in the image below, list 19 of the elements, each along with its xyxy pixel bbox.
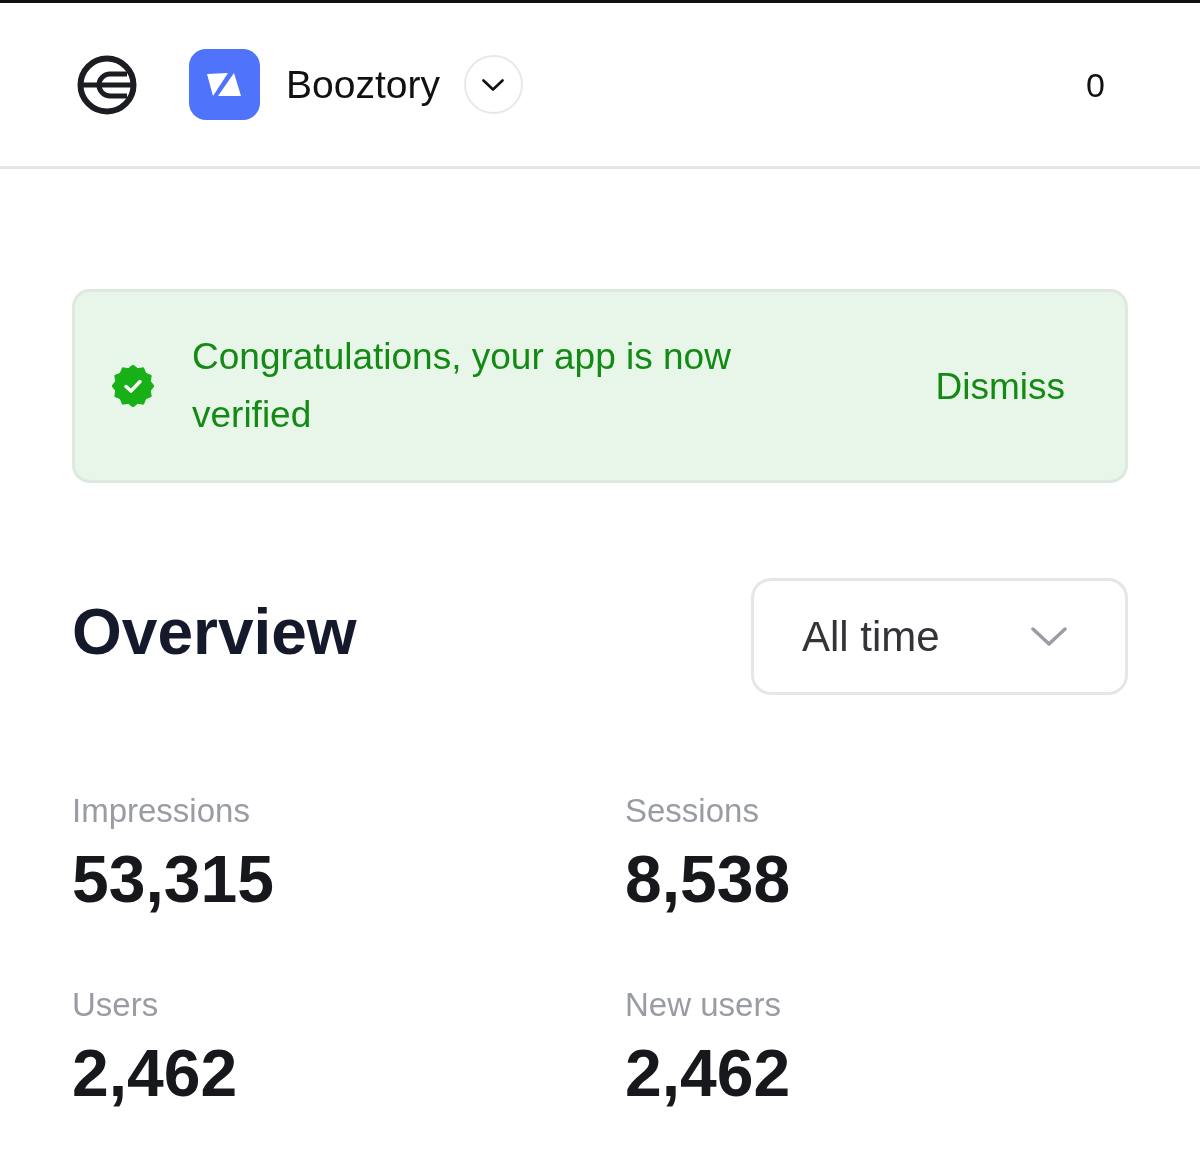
stat-label: Users bbox=[72, 985, 160, 1025]
dismiss-button[interactable]: Dismiss bbox=[935, 367, 1065, 405]
app-name: Booztory bbox=[286, 65, 440, 104]
stat-label: Impressions bbox=[72, 791, 251, 831]
stat-label: New users bbox=[625, 985, 782, 1025]
verified-badge-icon bbox=[112, 365, 154, 407]
stat-value: 53,315 bbox=[72, 843, 275, 915]
stat-label: Sessions bbox=[625, 791, 760, 831]
overview-title: Overview bbox=[72, 599, 357, 664]
counter-value: 0 bbox=[1086, 67, 1105, 102]
stat-value: 8,538 bbox=[625, 843, 792, 915]
brand-logo-icon bbox=[77, 54, 137, 115]
app-icon bbox=[189, 49, 260, 120]
chevron-down-icon bbox=[1031, 627, 1067, 646]
stat-value: 2,462 bbox=[625, 1037, 792, 1109]
stat-value: 2,462 bbox=[72, 1037, 239, 1109]
time-range-dropdown[interactable]: All time bbox=[751, 578, 1128, 695]
success-message: Congratulations, your app is now verified bbox=[192, 335, 732, 437]
chevron-down-icon bbox=[482, 78, 505, 91]
